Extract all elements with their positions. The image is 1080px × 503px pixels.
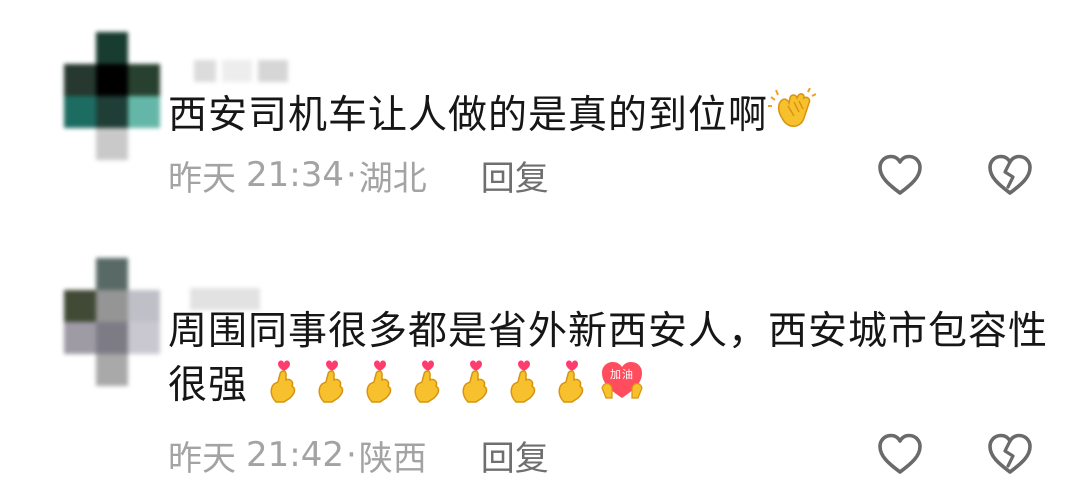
comment-time: 21:34 xyxy=(246,155,344,195)
comment-location: 湖北 xyxy=(358,158,427,199)
finger-heart-icon xyxy=(358,358,406,404)
meta-separator: · xyxy=(345,435,357,475)
comment-location: 陕西 xyxy=(358,438,427,479)
broken-heart-outline-icon[interactable] xyxy=(986,153,1034,199)
meta-separator: · xyxy=(345,155,357,195)
clapping-hands-icon xyxy=(768,87,817,134)
finger-heart-icon xyxy=(502,358,550,404)
finger-heart-icon xyxy=(262,358,310,404)
reply-button[interactable]: 回复 xyxy=(481,151,549,200)
comment-text: 西安司机车让人做的是真的到位啊 xyxy=(168,87,1048,142)
comment-date: 昨天 xyxy=(168,438,236,479)
comment-time: 21:42 xyxy=(246,435,344,475)
finger-heart-icon xyxy=(406,358,454,404)
comment-text-content: 西安司机车让人做的是真的到位啊 xyxy=(168,93,769,138)
broken-heart-outline-icon[interactable] xyxy=(986,432,1034,478)
jiayou-heart-icon: 加油 xyxy=(598,358,646,404)
avatar[interactable] xyxy=(64,32,160,160)
comment-item: 西安司机车让人做的是真的到位啊 昨天 21:34 · 湖北 回复 xyxy=(0,0,1080,230)
username[interactable] xyxy=(190,60,292,82)
comment-meta: 昨天 21:34 · 湖北 回复 xyxy=(168,151,549,200)
avatar[interactable] xyxy=(64,258,160,386)
jiayou-text: 加油 xyxy=(610,367,634,381)
comment-item: 周围同事很多都是省外新西安人，西安城市包容性很强 加油 昨天 21:42 · 陕西… xyxy=(0,240,1080,503)
finger-heart-icon xyxy=(550,358,598,404)
finger-heart-icon xyxy=(310,358,358,404)
finger-heart-icon xyxy=(454,358,502,404)
reply-button[interactable]: 回复 xyxy=(481,431,549,480)
comment-date: 昨天 xyxy=(168,158,236,199)
comment-meta: 昨天 21:42 · 陕西 回复 xyxy=(168,431,549,480)
comment-list: 西安司机车让人做的是真的到位啊 昨天 21:34 · 湖北 回复 周围同事很多都… xyxy=(0,0,1080,503)
comment-text: 周围同事很多都是省外新西安人，西安城市包容性很强 加油 xyxy=(168,306,1048,412)
heart-outline-icon[interactable] xyxy=(876,153,924,199)
heart-outline-icon[interactable] xyxy=(876,432,924,478)
